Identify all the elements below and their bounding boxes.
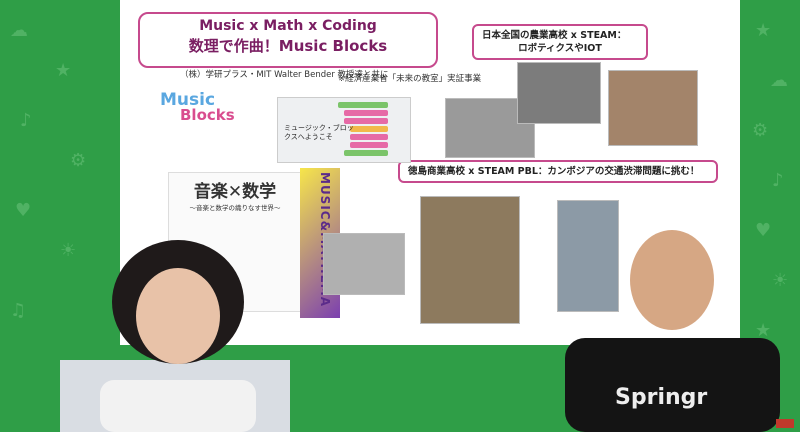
- cloud-icon: ☁: [770, 70, 788, 91]
- slide-title: Music x Math x Coding: [199, 18, 377, 34]
- photo-students-2: [517, 62, 601, 124]
- callout-agri-schools: 日本全国の農業高校 x STEAM： ロボティクスやIOT: [472, 24, 648, 60]
- shirt-logo-text: Springr: [615, 385, 708, 410]
- photo-students-3: [608, 70, 698, 146]
- photo-collage: [420, 196, 520, 324]
- star-icon: ★: [755, 20, 772, 41]
- gear-icon: ⚙: [752, 120, 769, 141]
- gear-icon: ⚙: [70, 150, 87, 171]
- heart-icon: ♥: [15, 200, 32, 221]
- music-icon: ♫: [10, 300, 27, 321]
- cloud-icon: ☁: [10, 20, 28, 41]
- slide-title-japanese: 数理で作曲！Music Blocks: [188, 37, 388, 55]
- slide-note: ※経済産業省「未来の教室」実証事業: [338, 74, 482, 84]
- music-icon: ♪: [772, 170, 784, 191]
- photo-classroom: [323, 233, 405, 295]
- title-box: Music x Math x Coding 数理で作曲！Music Blocks: [138, 12, 438, 68]
- participant-left-video: [60, 240, 290, 432]
- recording-badge: [776, 419, 794, 428]
- music-icon: ♪: [20, 110, 32, 131]
- star-icon: ★: [55, 60, 72, 81]
- callout-tokushima: 徳島商業高校 x STEAM PBL：カンボジアの交通渋滞問題に挑む！: [398, 160, 718, 183]
- music-blocks-screenshot: ミュージック・ブロッ クスへようこそ: [277, 97, 411, 163]
- music-blocks-logo: Music Blocks: [160, 90, 235, 124]
